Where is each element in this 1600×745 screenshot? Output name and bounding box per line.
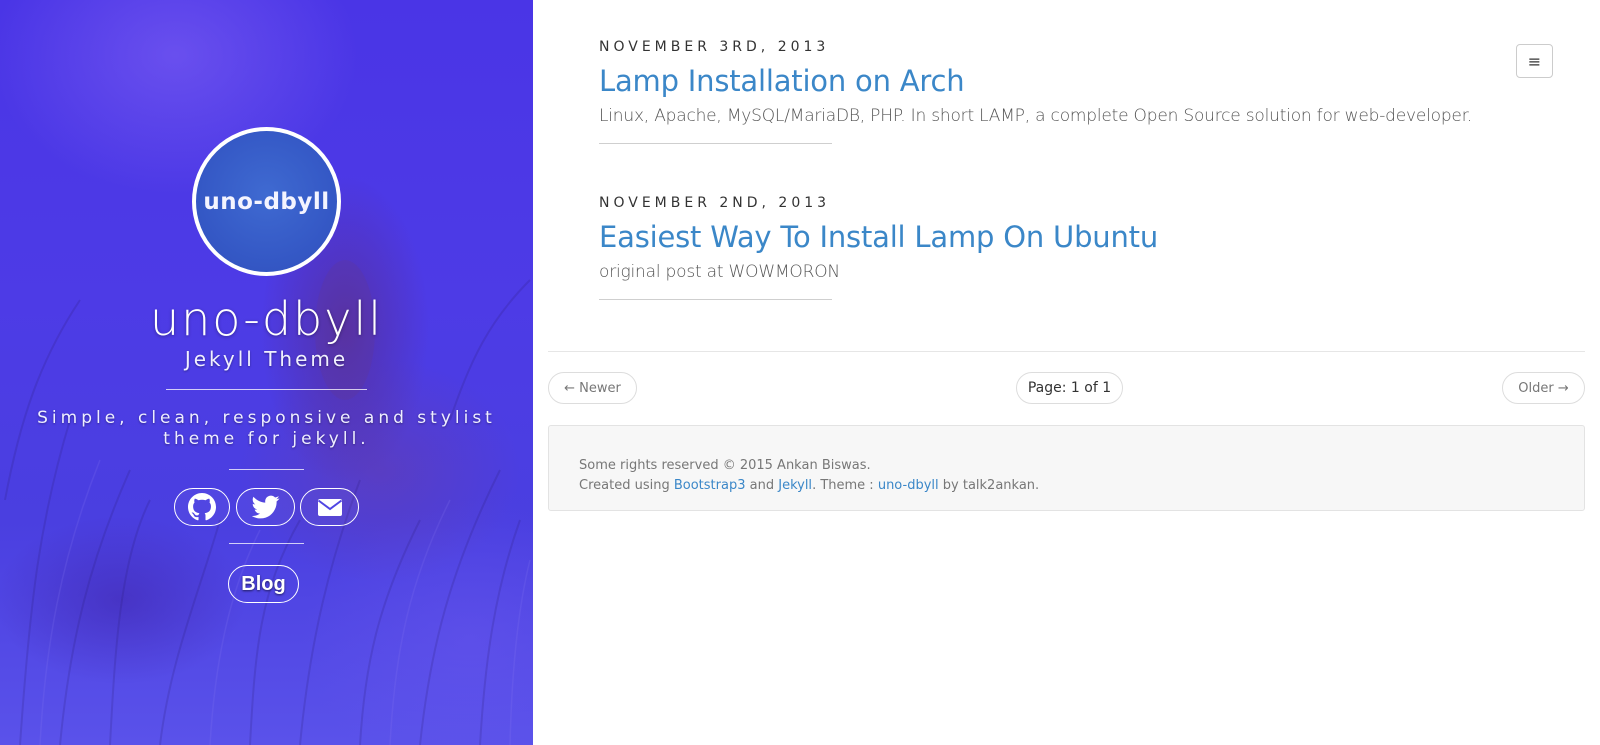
footer-rights: Some rights reserved © 2015 Ankan Biswas… bbox=[579, 458, 871, 473]
github-icon bbox=[188, 493, 216, 521]
post-excerpt: original post at WOWMORON bbox=[599, 262, 840, 282]
menu-toggle-button[interactable]: ≡ bbox=[1516, 44, 1553, 78]
footer-by: by talk2ankan. bbox=[942, 478, 1040, 493]
older-posts-button[interactable]: Older → bbox=[1502, 372, 1585, 404]
footer-credits: Created using Bootstrap3 and Jekyll. The… bbox=[579, 476, 1584, 496]
newer-posts-button[interactable]: ← Newer bbox=[548, 372, 637, 404]
theme-link[interactable]: uno-dbyll bbox=[878, 478, 939, 493]
nav-blog-button[interactable]: Blog bbox=[228, 565, 299, 603]
footer: Some rights reserved © 2015 Ankan Biswas… bbox=[548, 425, 1585, 511]
content-divider bbox=[548, 351, 1585, 352]
bootstrap-link[interactable]: Bootstrap3 bbox=[674, 478, 746, 493]
twitter-icon bbox=[251, 495, 280, 519]
sidebar-divider bbox=[166, 389, 367, 390]
github-button[interactable] bbox=[174, 488, 230, 526]
post-item: NOVEMBER 3RD, 2013 Lamp Installation on … bbox=[599, 37, 1509, 144]
post-title-link[interactable]: Easiest Way To Install Lamp On Ubuntu bbox=[599, 217, 1509, 257]
site-description: Simple, clean, responsive and stylist th… bbox=[37, 408, 496, 449]
post-item: NOVEMBER 2ND, 2013 Easiest Way To Instal… bbox=[599, 193, 1509, 300]
envelope-icon bbox=[317, 499, 342, 516]
background-grass-image bbox=[4, 260, 531, 745]
post-divider bbox=[599, 143, 832, 144]
avatar-label: uno-dbyll bbox=[203, 188, 330, 215]
page-indicator: Page: 1 of 1 bbox=[1016, 372, 1123, 404]
hamburger-icon: ≡ bbox=[1527, 51, 1542, 71]
footer-created-using: Created using bbox=[579, 478, 670, 493]
footer-theme-label: . Theme : bbox=[812, 478, 874, 493]
post-date: NOVEMBER 3RD, 2013 bbox=[599, 39, 830, 55]
footer-and: and bbox=[749, 478, 775, 493]
post-title-link[interactable]: Lamp Installation on Arch bbox=[599, 61, 1509, 101]
sidebar: uno-dbyll uno-dbyll Jekyll Theme Simple,… bbox=[0, 0, 533, 745]
sidebar-divider-short-2 bbox=[229, 543, 304, 544]
avatar[interactable]: uno-dbyll bbox=[192, 127, 341, 276]
post-date: NOVEMBER 2ND, 2013 bbox=[599, 195, 831, 211]
post-divider bbox=[599, 299, 832, 300]
site-title: uno-dbyll bbox=[149, 292, 384, 346]
email-button[interactable] bbox=[300, 488, 359, 526]
jekyll-link[interactable]: Jekyll bbox=[778, 478, 812, 493]
twitter-button[interactable] bbox=[236, 488, 295, 526]
post-excerpt: Linux, Apache, MySQL/MariaDB, PHP. In sh… bbox=[599, 106, 1473, 126]
site-subtitle: Jekyll Theme bbox=[184, 347, 349, 371]
sidebar-divider-short bbox=[229, 469, 304, 470]
